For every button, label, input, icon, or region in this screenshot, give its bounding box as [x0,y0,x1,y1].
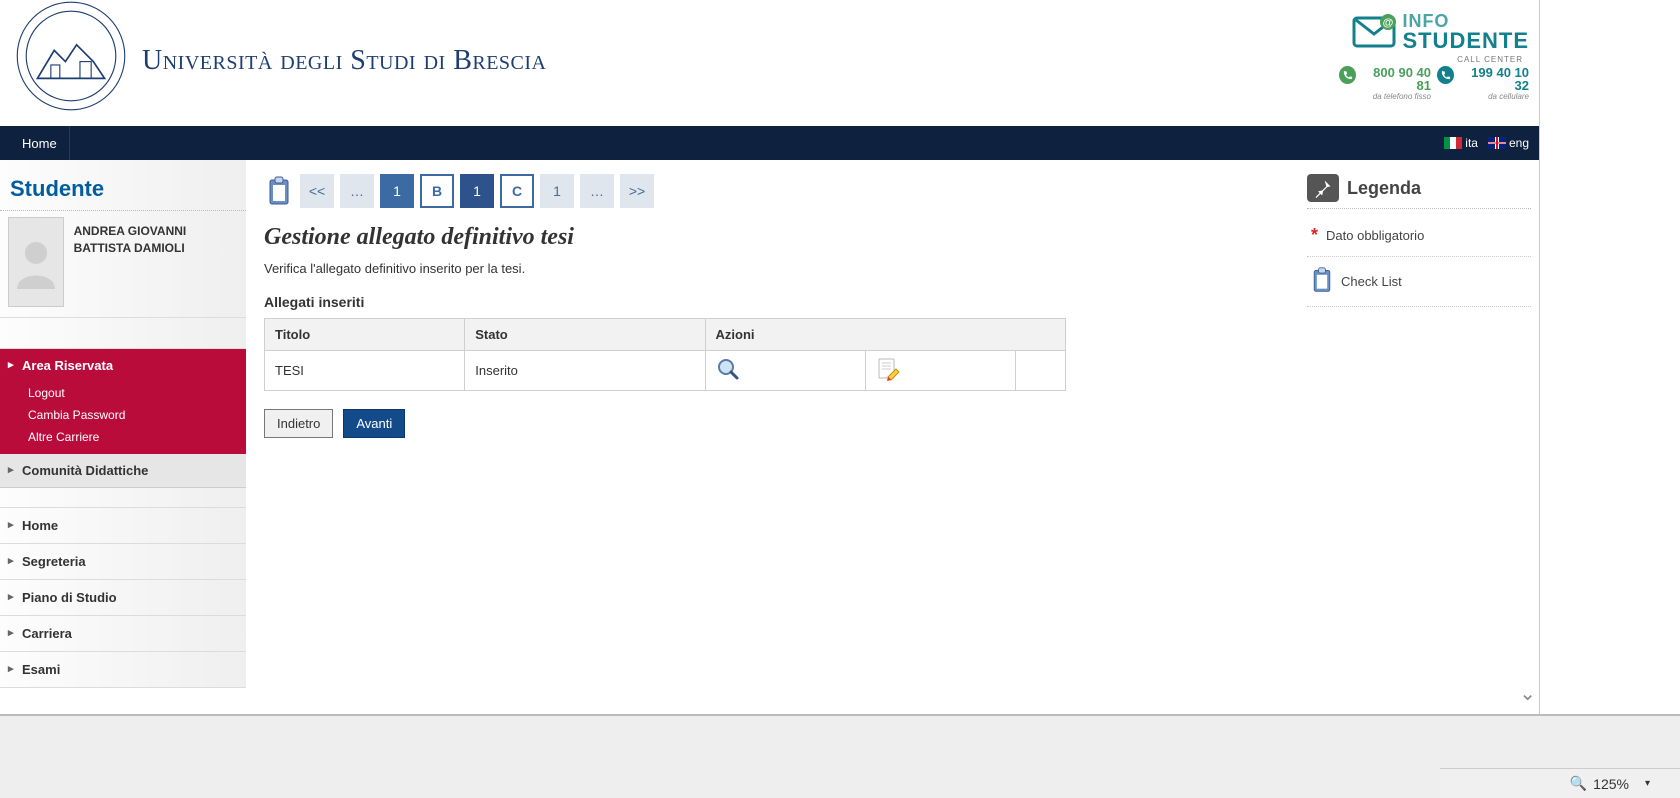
attachments-table: Titolo Stato Azioni TESI Inserito [264,318,1066,391]
step-1a[interactable]: 1 [380,174,414,208]
wizard-steps: << … 1 B 1 C 1 … >> [264,174,1281,208]
mandatory-star-icon: * [1311,225,1318,246]
avatar-placeholder-icon [8,217,64,307]
step-next[interactable]: … [580,174,614,208]
legend-title: Legenda [1347,178,1421,199]
sidebar: Studente ANDREA GIOVANNI BATTISTA DAMIOL… [0,160,246,688]
envelope-at-icon: @ [1350,12,1398,52]
sidebar-item-esami[interactable]: Esami [0,652,246,688]
svg-text:@: @ [1383,17,1394,29]
th-azioni: Azioni [705,319,1065,351]
lang-ita[interactable]: ita [1444,136,1478,150]
zoom-in-icon[interactable]: 🔍 [1570,775,1587,792]
browser-chrome-area: 🔍 125% ▾ [0,714,1680,798]
lang-eng[interactable]: eng [1488,136,1529,150]
edit-action-icon[interactable] [876,369,900,384]
th-stato: Stato [465,319,705,351]
step-1c[interactable]: 1 [540,174,574,208]
flag-it-icon [1444,137,1462,149]
checklist-icon [1311,267,1333,296]
info-label-2: STUDENTE [1402,30,1529,52]
sidebar-comunita[interactable]: Comunità Didattiche [0,454,246,488]
user-box: ANDREA GIOVANNI BATTISTA DAMIOLI [0,211,246,318]
lang-ita-label: ita [1465,136,1478,150]
phone-mobile-sub: da cellulare [1457,92,1529,101]
nav-home[interactable]: Home [10,126,70,160]
clipboard-icon [264,174,294,208]
page-subtitle: Verifica l'allegato definitivo inserito … [264,261,1281,276]
phone-icon [1437,66,1454,84]
scroll-down-chevron-icon[interactable]: ⌄ [1519,681,1536,706]
back-button[interactable]: Indietro [264,409,333,438]
sidebar-item-carriera[interactable]: Carriera [0,616,246,652]
sidebar-item-segreteria[interactable]: Segreteria [0,544,246,580]
step-first[interactable]: << [300,174,334,208]
sidebar-title: Studente [0,160,246,211]
legend-checklist-label: Check List [1341,274,1402,289]
sidebar-cambia-password[interactable]: Cambia Password [0,404,246,426]
sidebar-area-riservata[interactable]: Area Riservata [0,349,246,382]
step-B[interactable]: B [420,174,454,208]
header: Università degli Studi di Brescia @ INFO… [0,0,1539,126]
callcenter-label: CALL CENTER [1339,55,1523,64]
lang-eng-label: eng [1509,136,1529,150]
info-studente-box: @ INFO STUDENTE CALL CENTER 800 90 40 81… [1339,12,1529,101]
cell-stato: Inserito [465,351,705,391]
section-heading: Allegati inseriti [264,294,1281,310]
page-title: Gestione allegato definitivo tesi [264,224,1281,251]
university-name: Università degli Studi di Brescia [142,45,547,77]
sidebar-item-home[interactable]: Home [0,508,246,544]
step-1b[interactable]: 1 [460,174,494,208]
legend-checklist: Check List [1307,257,1531,307]
legend-mandatory-label: Dato obbligatorio [1326,228,1424,243]
top-navbar: Home ita eng [0,126,1539,160]
sidebar-item-piano-di-studio[interactable]: Piano di Studio [0,580,246,616]
pin-icon [1307,174,1339,202]
university-seal-icon [15,0,127,112]
zoom-dropdown-icon[interactable]: ▾ [1645,778,1650,789]
zoom-value: 125% [1593,776,1629,792]
phone-landline[interactable]: 800 90 40 81 da telefono fisso [1339,66,1431,101]
zoom-statusbar: 🔍 125% ▾ [1440,768,1680,798]
phone-landline-number: 800 90 40 81 [1359,66,1431,92]
view-action-icon[interactable] [716,369,740,384]
th-titolo: Titolo [265,319,465,351]
cell-titolo: TESI [265,351,465,391]
legend-mandatory: * Dato obbligatorio [1307,215,1531,257]
next-button[interactable]: Avanti [343,409,405,438]
table-row: TESI Inserito [265,351,1066,391]
step-C[interactable]: C [500,174,534,208]
main-content: << … 1 B 1 C 1 … >> Gestione allegato de… [246,160,1299,688]
phone-mobile-number: 199 40 10 32 [1457,66,1529,92]
sidebar-altre-carriere[interactable]: Altre Carriere [0,426,246,454]
user-name: ANDREA GIOVANNI BATTISTA DAMIOLI [74,217,238,257]
step-last[interactable]: >> [620,174,654,208]
flag-en-icon [1488,137,1506,149]
sidebar-logout[interactable]: Logout [0,382,246,404]
phone-landline-sub: da telefono fisso [1359,92,1431,101]
phone-mobile[interactable]: 199 40 10 32 da cellulare [1437,66,1529,101]
step-prev[interactable]: … [340,174,374,208]
legend-panel: Legenda * Dato obbligatorio Check List [1299,160,1539,688]
phone-icon [1339,66,1356,84]
